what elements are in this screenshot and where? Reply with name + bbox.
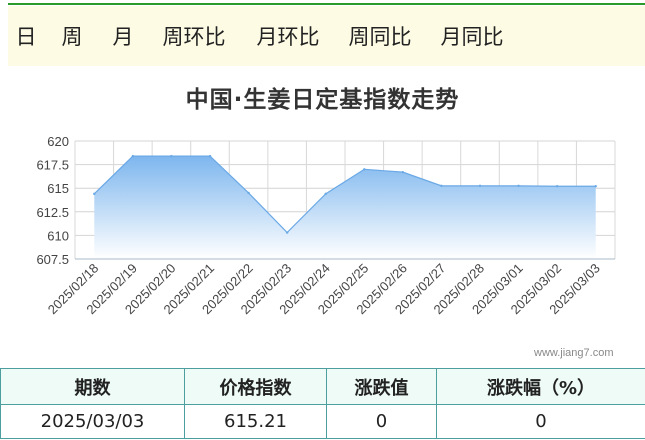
data-point xyxy=(555,185,559,188)
tab-week-year-on-year[interactable]: 周同比 xyxy=(334,6,426,66)
y-tick-label: 615 xyxy=(47,181,69,196)
data-point xyxy=(594,185,597,188)
data-point xyxy=(478,184,482,188)
header-period: 期数 xyxy=(0,368,185,405)
y-tick-label: 617.5 xyxy=(36,158,69,173)
top-accent-line xyxy=(8,3,645,5)
y-tick-label: 620 xyxy=(47,134,69,149)
tab-month[interactable]: 月 xyxy=(100,6,146,66)
table-row: 2025/03/03 615.21 0 0 xyxy=(0,404,645,439)
header-price-index: 价格指数 xyxy=(184,368,327,405)
data-point xyxy=(131,154,135,158)
tab-week-on-week[interactable]: 周环比 xyxy=(146,6,242,66)
y-tick-label: 612.5 xyxy=(36,205,69,220)
data-point xyxy=(401,170,405,174)
header-change-value: 涨跌值 xyxy=(326,368,437,405)
data-point xyxy=(363,168,366,171)
cell-period: 2025/03/03 xyxy=(0,404,185,439)
data-point xyxy=(324,192,327,196)
cell-price-index: 615.21 xyxy=(184,404,327,439)
site-watermark: www.jiang7.com xyxy=(534,347,614,359)
tab-day[interactable]: 日 xyxy=(8,6,44,66)
index-trend-chart: 620617.5615612.5610607.52025/02/182025/0… xyxy=(36,134,616,317)
chart-title: 中国·生姜日定基指数走势 xyxy=(185,87,460,113)
data-point xyxy=(517,184,520,188)
data-point xyxy=(170,154,173,158)
cell-change-percent: 0 xyxy=(436,404,645,439)
tab-month-year-on-year[interactable]: 月同比 xyxy=(426,6,518,66)
tab-week[interactable]: 周 xyxy=(44,6,100,66)
data-point xyxy=(208,154,212,158)
data-point xyxy=(93,192,96,196)
data-point xyxy=(247,191,250,195)
data-point xyxy=(285,231,289,234)
summary-header-row: 期数 价格指数 涨跌值 涨跌幅（%） xyxy=(0,368,645,405)
data-point xyxy=(440,184,443,188)
tab-month-on-month[interactable]: 月环比 xyxy=(242,6,334,66)
y-tick-label: 610 xyxy=(47,228,69,243)
cell-change-value: 0 xyxy=(326,404,437,439)
summary-table: 期数 价格指数 涨跌值 涨跌幅（%） 2025/03/03 615.21 0 0 xyxy=(0,368,645,439)
header-change-percent: 涨跌幅（%） xyxy=(436,368,645,405)
period-tab-bar: 日 周 月 周环比 月环比 周同比 月同比 xyxy=(8,6,645,66)
y-tick-label: 607.5 xyxy=(36,252,69,267)
